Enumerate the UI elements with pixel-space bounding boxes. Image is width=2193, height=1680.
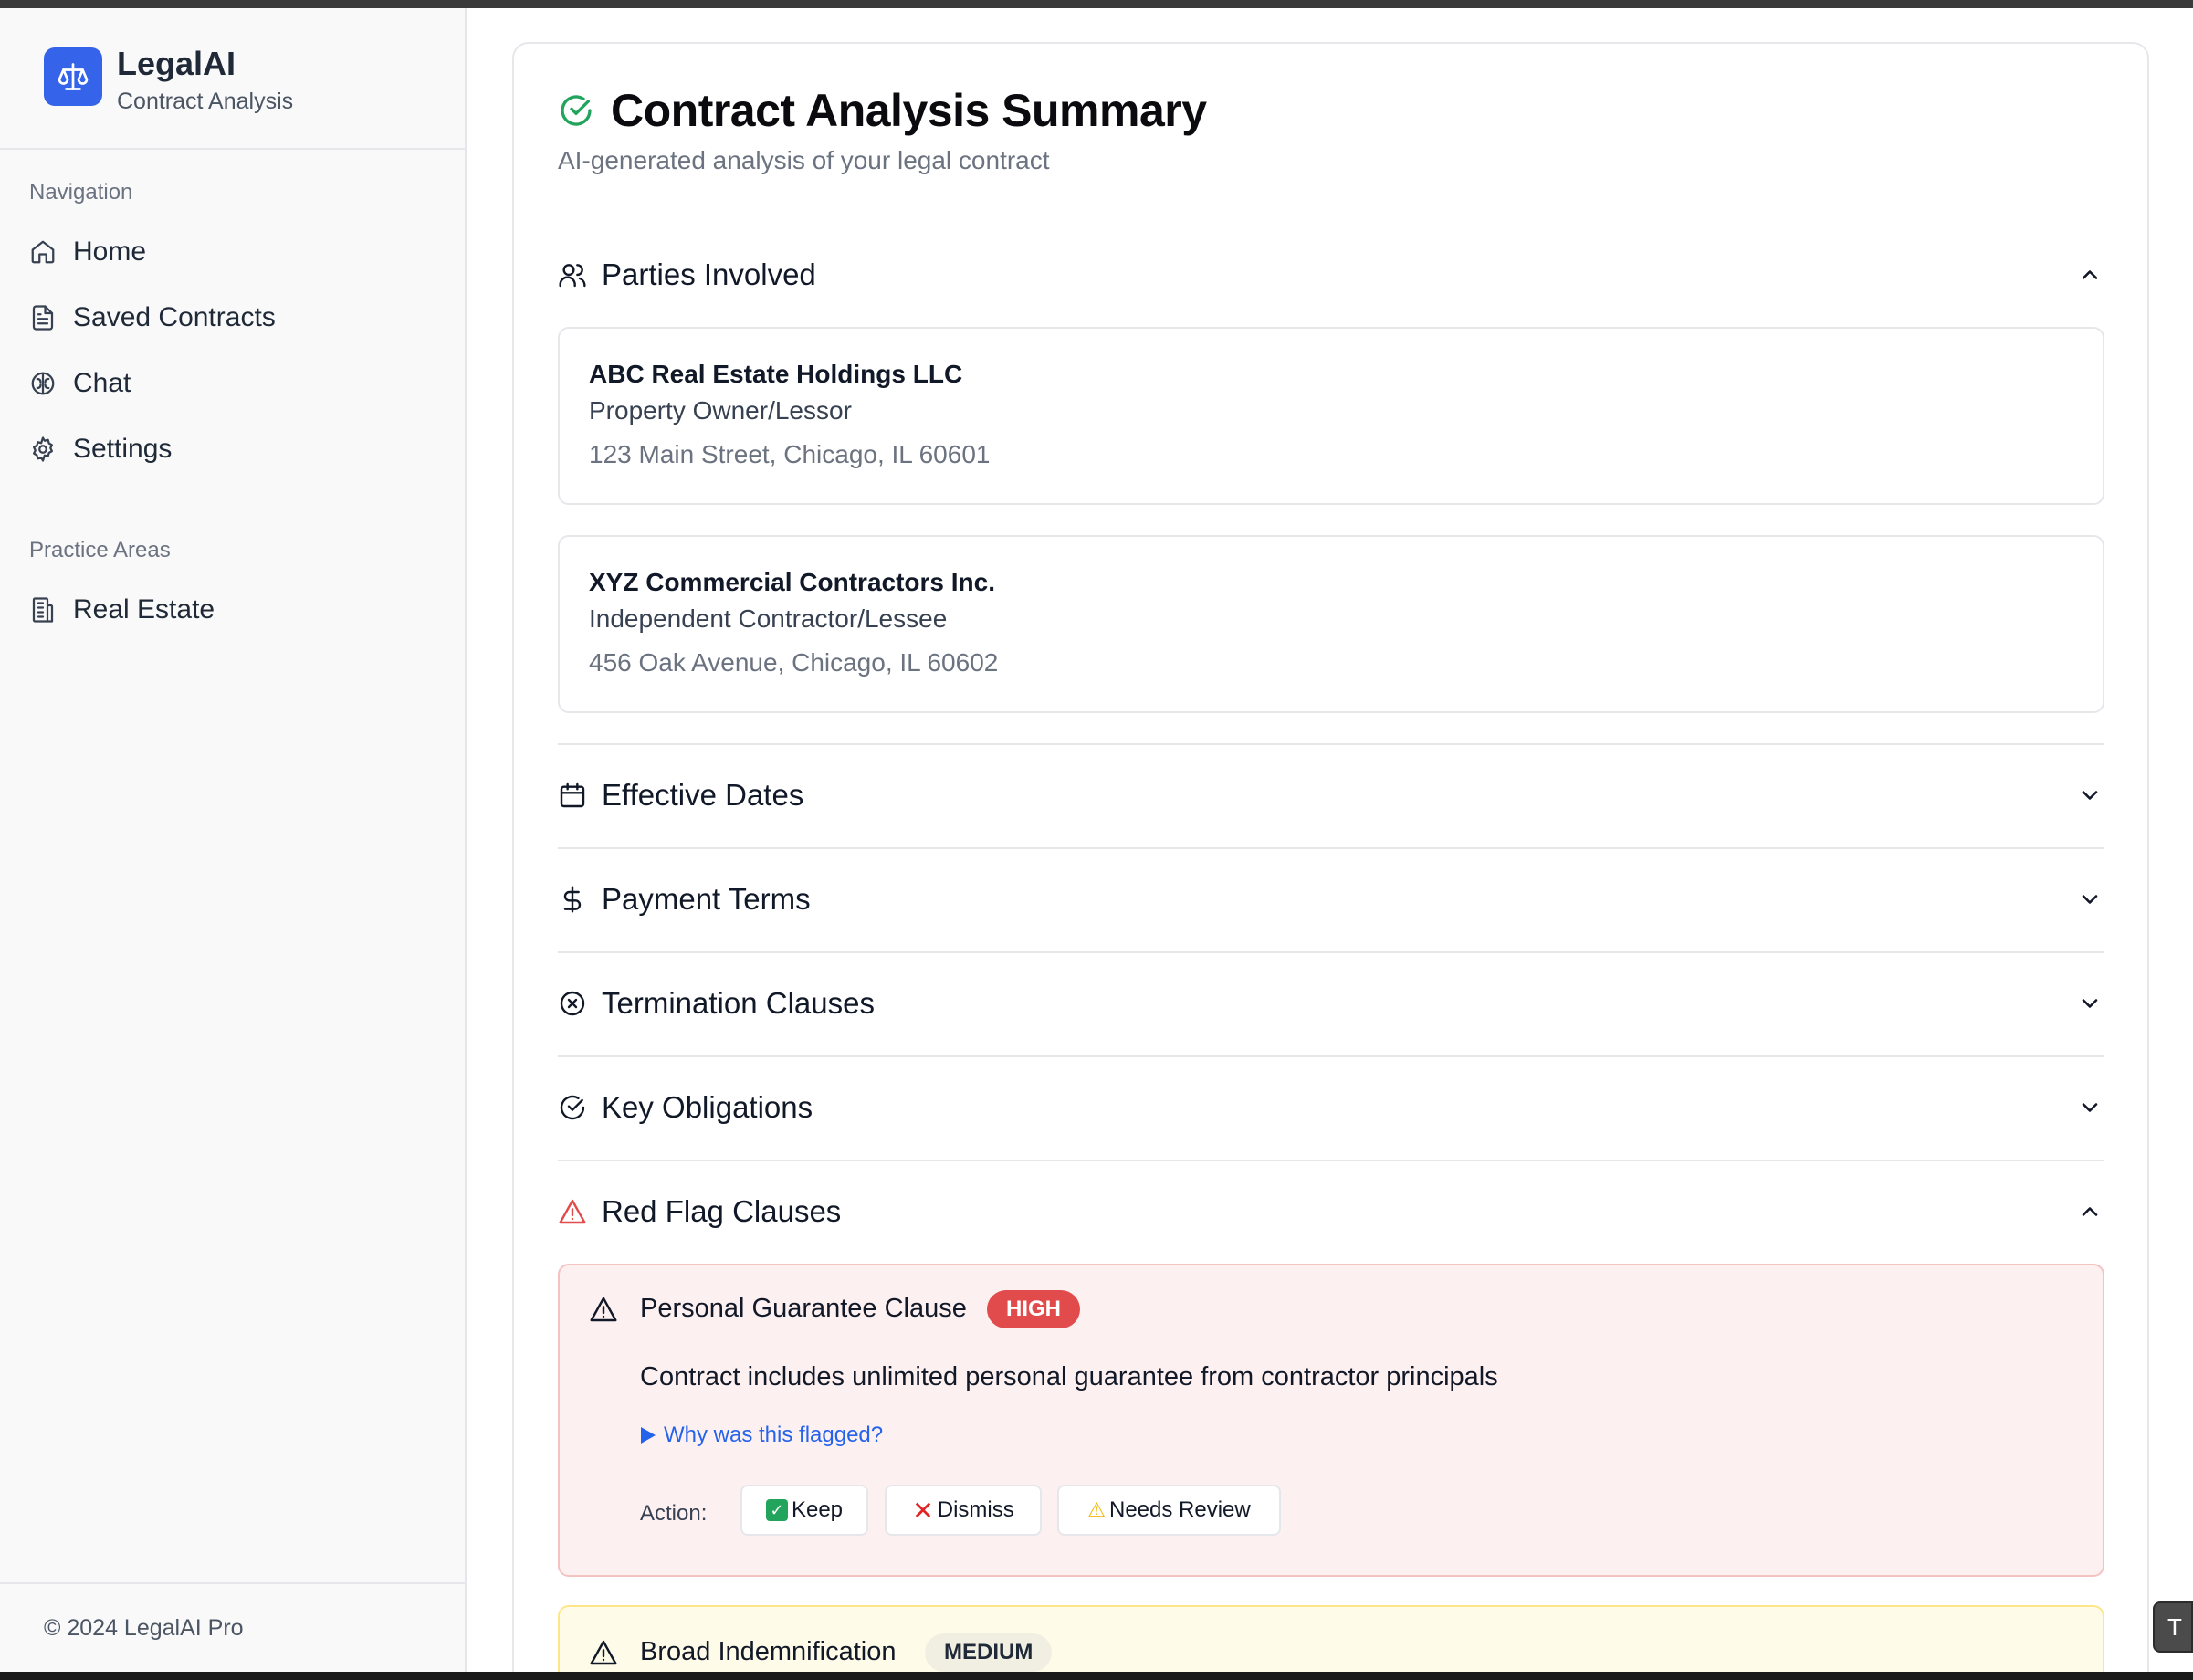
- section-divider: [558, 847, 2104, 849]
- keep-button[interactable]: ✓ Keep: [740, 1485, 868, 1536]
- flag-description: Contract includes unlimited personal gua…: [640, 1362, 1498, 1391]
- chevron-up-icon: [2082, 270, 2098, 279]
- page-title-row: Contract Analysis Summary: [558, 84, 1207, 137]
- sidebar: LegalAI Contract Analysis Navigation Hom…: [0, 8, 467, 1672]
- section-title: Termination Clauses: [602, 986, 875, 1020]
- cross-icon: ✕: [912, 1496, 934, 1525]
- section-title: Key Obligations: [602, 1090, 813, 1124]
- warning-icon: ⚠: [1087, 1498, 1106, 1521]
- section-divider: [558, 1160, 2104, 1161]
- sidebar-item-real-estate[interactable]: Real Estate: [29, 590, 215, 630]
- users-icon: [559, 264, 586, 288]
- red-flag-card: Broad Indemnification MEDIUM: [558, 1605, 2104, 1680]
- scale-icon: [44, 47, 102, 106]
- chevron-up-icon: [2082, 1207, 2098, 1216]
- sidebar-item-label: Settings: [73, 434, 173, 464]
- brand-header: LegalAI Contract Analysis: [0, 8, 465, 150]
- practice-areas-label: Practice Areas: [29, 538, 171, 562]
- party-card: XYZ Commercial Contractors Inc. Independ…: [558, 535, 2104, 713]
- chevron-down-icon: [2082, 895, 2098, 904]
- dismiss-label: Dismiss: [937, 1497, 1014, 1522]
- sidebar-item-label: Home: [73, 236, 147, 267]
- page-subtitle: AI-generated analysis of your legal cont…: [558, 146, 1050, 174]
- copyright-text: © 2024 LegalAI Pro: [44, 1615, 244, 1641]
- sidebar-item-saved-contracts[interactable]: Saved Contracts: [29, 298, 276, 338]
- section-title: Parties Involved: [602, 257, 816, 291]
- analysis-card: Contract Analysis Summary AI-generated a…: [512, 42, 2149, 1680]
- gear-icon: [33, 436, 53, 462]
- chevron-down-icon: [2082, 1103, 2098, 1112]
- why-flagged-label: Why was this flagged?: [664, 1423, 884, 1447]
- party-card: ABC Real Estate Holdings LLC Property Ow…: [558, 327, 2104, 505]
- warning-triangle-icon: [559, 1199, 586, 1224]
- needs-review-label: Needs Review: [1109, 1497, 1251, 1522]
- nav-section-label: Navigation: [29, 180, 133, 205]
- party-address: 456 Oak Avenue, Chicago, IL 60602: [589, 648, 999, 677]
- sidebar-item-label: Chat: [73, 368, 131, 398]
- warning-triangle-icon: [590, 1297, 617, 1322]
- section-dates-toggle[interactable]: Effective Dates: [558, 768, 2104, 823]
- home-icon: [31, 240, 55, 264]
- dollar-icon: [563, 886, 582, 913]
- window-bottom-edge: [0, 1672, 2193, 1680]
- calendar-icon: [560, 782, 585, 808]
- floating-button[interactable]: T: [2153, 1601, 2193, 1653]
- section-payment-toggle[interactable]: Payment Terms: [558, 872, 2104, 927]
- chevron-down-icon: [2082, 791, 2098, 800]
- section-title: Payment Terms: [602, 882, 811, 916]
- sidebar-item-label: Saved Contracts: [73, 302, 276, 332]
- file-text-icon: [32, 305, 54, 331]
- section-parties-toggle[interactable]: Parties Involved: [558, 247, 2104, 302]
- brand-name: LegalAI: [117, 45, 236, 82]
- check-box-icon: ✓: [765, 1499, 788, 1521]
- x-circle-icon: [560, 991, 585, 1016]
- party-name: ABC Real Estate Holdings LLC: [589, 360, 963, 388]
- brain-icon: [31, 372, 55, 395]
- red-flag-card: Personal Guarantee Clause HIGH Contract …: [558, 1264, 2104, 1577]
- sidebar-item-label: Real Estate: [73, 594, 215, 625]
- sidebar-item-home[interactable]: Home: [29, 232, 146, 272]
- section-divider: [558, 1055, 2104, 1057]
- sidebar-footer: © 2024 LegalAI Pro: [0, 1582, 465, 1672]
- page-title: Contract Analysis Summary: [611, 85, 1207, 136]
- section-obligations-toggle[interactable]: Key Obligations: [558, 1080, 2104, 1135]
- flag-title: Broad Indemnification: [640, 1637, 897, 1666]
- section-red-flags-toggle[interactable]: Red Flag Clauses: [558, 1184, 2104, 1239]
- severity-badge: MEDIUM: [925, 1633, 1053, 1672]
- action-label: Action:: [640, 1501, 708, 1526]
- needs-review-button[interactable]: ⚠ Needs Review: [1057, 1485, 1281, 1536]
- party-role: Property Owner/Lessor: [589, 396, 852, 425]
- section-termination-toggle[interactable]: Termination Clauses: [558, 976, 2104, 1031]
- party-address: 123 Main Street, Chicago, IL 60601: [589, 440, 991, 468]
- dismiss-button[interactable]: ✕ Dismiss: [885, 1485, 1042, 1536]
- building-icon: [32, 597, 54, 623]
- sidebar-item-settings[interactable]: Settings: [29, 429, 172, 469]
- keep-label: Keep: [791, 1497, 844, 1522]
- brand-subtitle: Contract Analysis: [117, 89, 294, 114]
- check-circle-icon: [560, 1095, 585, 1120]
- check-circle-icon: [561, 95, 592, 126]
- severity-badge: HIGH: [987, 1290, 1080, 1328]
- section-divider: [558, 951, 2104, 953]
- section-title: Red Flag Clauses: [602, 1194, 842, 1228]
- party-role: Independent Contractor/Lessee: [589, 604, 948, 633]
- window-top-bar: [0, 0, 2193, 8]
- section-divider: [558, 743, 2104, 745]
- sidebar-item-chat[interactable]: Chat: [29, 363, 131, 404]
- warning-triangle-icon: [590, 1640, 617, 1665]
- triangle-right-icon: [641, 1427, 656, 1444]
- flag-title: Personal Guarantee Clause: [640, 1294, 967, 1323]
- why-flagged-toggle[interactable]: Why was this flagged?: [640, 1423, 883, 1448]
- chevron-down-icon: [2082, 999, 2098, 1008]
- section-title: Effective Dates: [602, 778, 804, 812]
- floating-button-label: T: [2167, 1612, 2182, 1641]
- party-name: XYZ Commercial Contractors Inc.: [589, 568, 996, 596]
